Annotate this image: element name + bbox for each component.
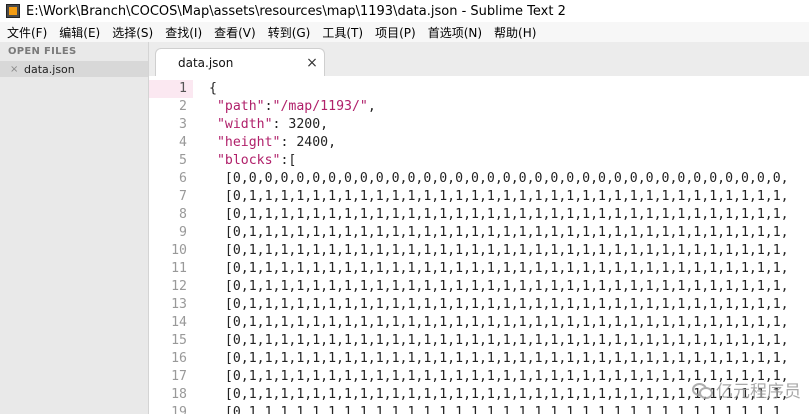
line-number: 8 [179,207,187,222]
code-line: [0,1,1,1,1,1,1,1,1,1,1,1,1,1,1,1,1,1,1,1… [209,261,789,276]
code-line: [0,1,1,1,1,1,1,1,1,1,1,1,1,1,1,1,1,1,1,1… [209,351,789,366]
code-line: [0,1,1,1,1,1,1,1,1,1,1,1,1,1,1,1,1,1,1,1… [209,405,789,414]
line-number: 6 [179,171,187,186]
menu-bar: 文件(F) 编辑(E) 选择(S) 查找(I) 查看(V) 转到(G) 工具(T… [0,22,809,42]
menu-file[interactable]: 文件(F) [0,24,52,41]
menu-find[interactable]: 查找(I) [158,24,207,41]
code-line: "width": 3200, [216,117,329,132]
code-line: [0,1,1,1,1,1,1,1,1,1,1,1,1,1,1,1,1,1,1,1… [209,243,789,258]
code-line: [0,1,1,1,1,1,1,1,1,1,1,1,1,1,1,1,1,1,1,1… [209,225,789,240]
sidebar-file-item[interactable]: × data.json [0,61,148,77]
tab-bar: data.json × [149,42,809,77]
line-number: 19 [171,405,187,414]
line-number: 1 [149,80,193,98]
line-number: 5 [179,153,187,168]
code-line: [0,1,1,1,1,1,1,1,1,1,1,1,1,1,1,1,1,1,1,1… [209,189,789,204]
line-number: 11 [171,261,187,276]
line-number: 9 [179,225,187,240]
code-text[interactable]: { "path":"/map/1193/", "width": 3200, "h… [209,80,809,414]
line-number-gutter: 1 2 3 4 5 6 7 8 9 10 11 12 13 14 15 16 17 18 19 [149,80,193,414]
menu-view[interactable]: 查看(V) [207,24,261,41]
tab-data-json[interactable]: data.json × [155,48,325,77]
code-line: [0,1,1,1,1,1,1,1,1,1,1,1,1,1,1,1,1,1,1,1… [209,279,789,294]
sidebar: OPEN FILES × data.json [0,42,149,414]
code-line: [0,1,1,1,1,1,1,1,1,1,1,1,1,1,1,1,1,1,1,1… [209,297,789,312]
editor-area[interactable]: 1 2 3 4 5 6 7 8 9 10 11 12 13 14 15 16 17 18 19 { "path":"… [149,76,809,414]
code-line: [0,1,1,1,1,1,1,1,1,1,1,1,1,1,1,1,1,1,1,1… [209,315,789,330]
code-line: { [209,81,217,96]
sidebar-file-name: data.json [24,62,75,76]
window-title: E:\Work\Branch\COCOS\Map\assets\resource… [26,3,566,19]
line-number: 2 [179,99,187,114]
menu-preferences[interactable]: 首选项(N) [421,24,487,41]
line-number: 14 [171,315,187,330]
chat-bubbles-icon [692,381,713,399]
code-line: "blocks":[ [216,153,297,168]
line-number: 16 [171,351,187,366]
line-number: 4 [179,135,187,150]
line-number: 18 [171,387,187,402]
line-number: 12 [171,279,187,294]
line-number: 7 [179,189,187,204]
code-line: "path":"/map/1193/", [216,99,376,114]
sublime-app-icon [6,4,20,18]
title-bar: E:\Work\Branch\COCOS\Map\assets\resource… [0,0,809,22]
line-number: 13 [171,297,187,312]
menu-project[interactable]: 项目(P) [368,24,421,41]
open-files-header: OPEN FILES [8,46,77,57]
menu-goto[interactable]: 转到(G) [261,24,316,41]
line-number: 3 [179,117,187,132]
menu-edit[interactable]: 编辑(E) [52,24,105,41]
menu-tools[interactable]: 工具(T) [315,24,368,41]
watermark-text: 亿元程序员 [716,382,801,402]
tab-label: data.json [178,56,234,70]
line-number: 17 [171,369,187,384]
tab-close-icon[interactable]: × [300,55,324,71]
watermark: 亿元程序员 [692,377,801,402]
menu-selection[interactable]: 选择(S) [105,24,158,41]
line-number: 15 [171,333,187,348]
code-line: [0,0,0,0,0,0,0,0,0,0,0,0,0,0,0,0,0,0,0,0… [209,171,789,186]
close-icon[interactable]: × [0,64,24,75]
menu-help[interactable]: 帮助(H) [487,24,541,41]
line-number: 10 [171,243,187,258]
code-line: [0,1,1,1,1,1,1,1,1,1,1,1,1,1,1,1,1,1,1,1… [209,333,789,348]
code-line: "height": 2400, [216,135,337,150]
code-line: [0,1,1,1,1,1,1,1,1,1,1,1,1,1,1,1,1,1,1,1… [209,207,789,222]
